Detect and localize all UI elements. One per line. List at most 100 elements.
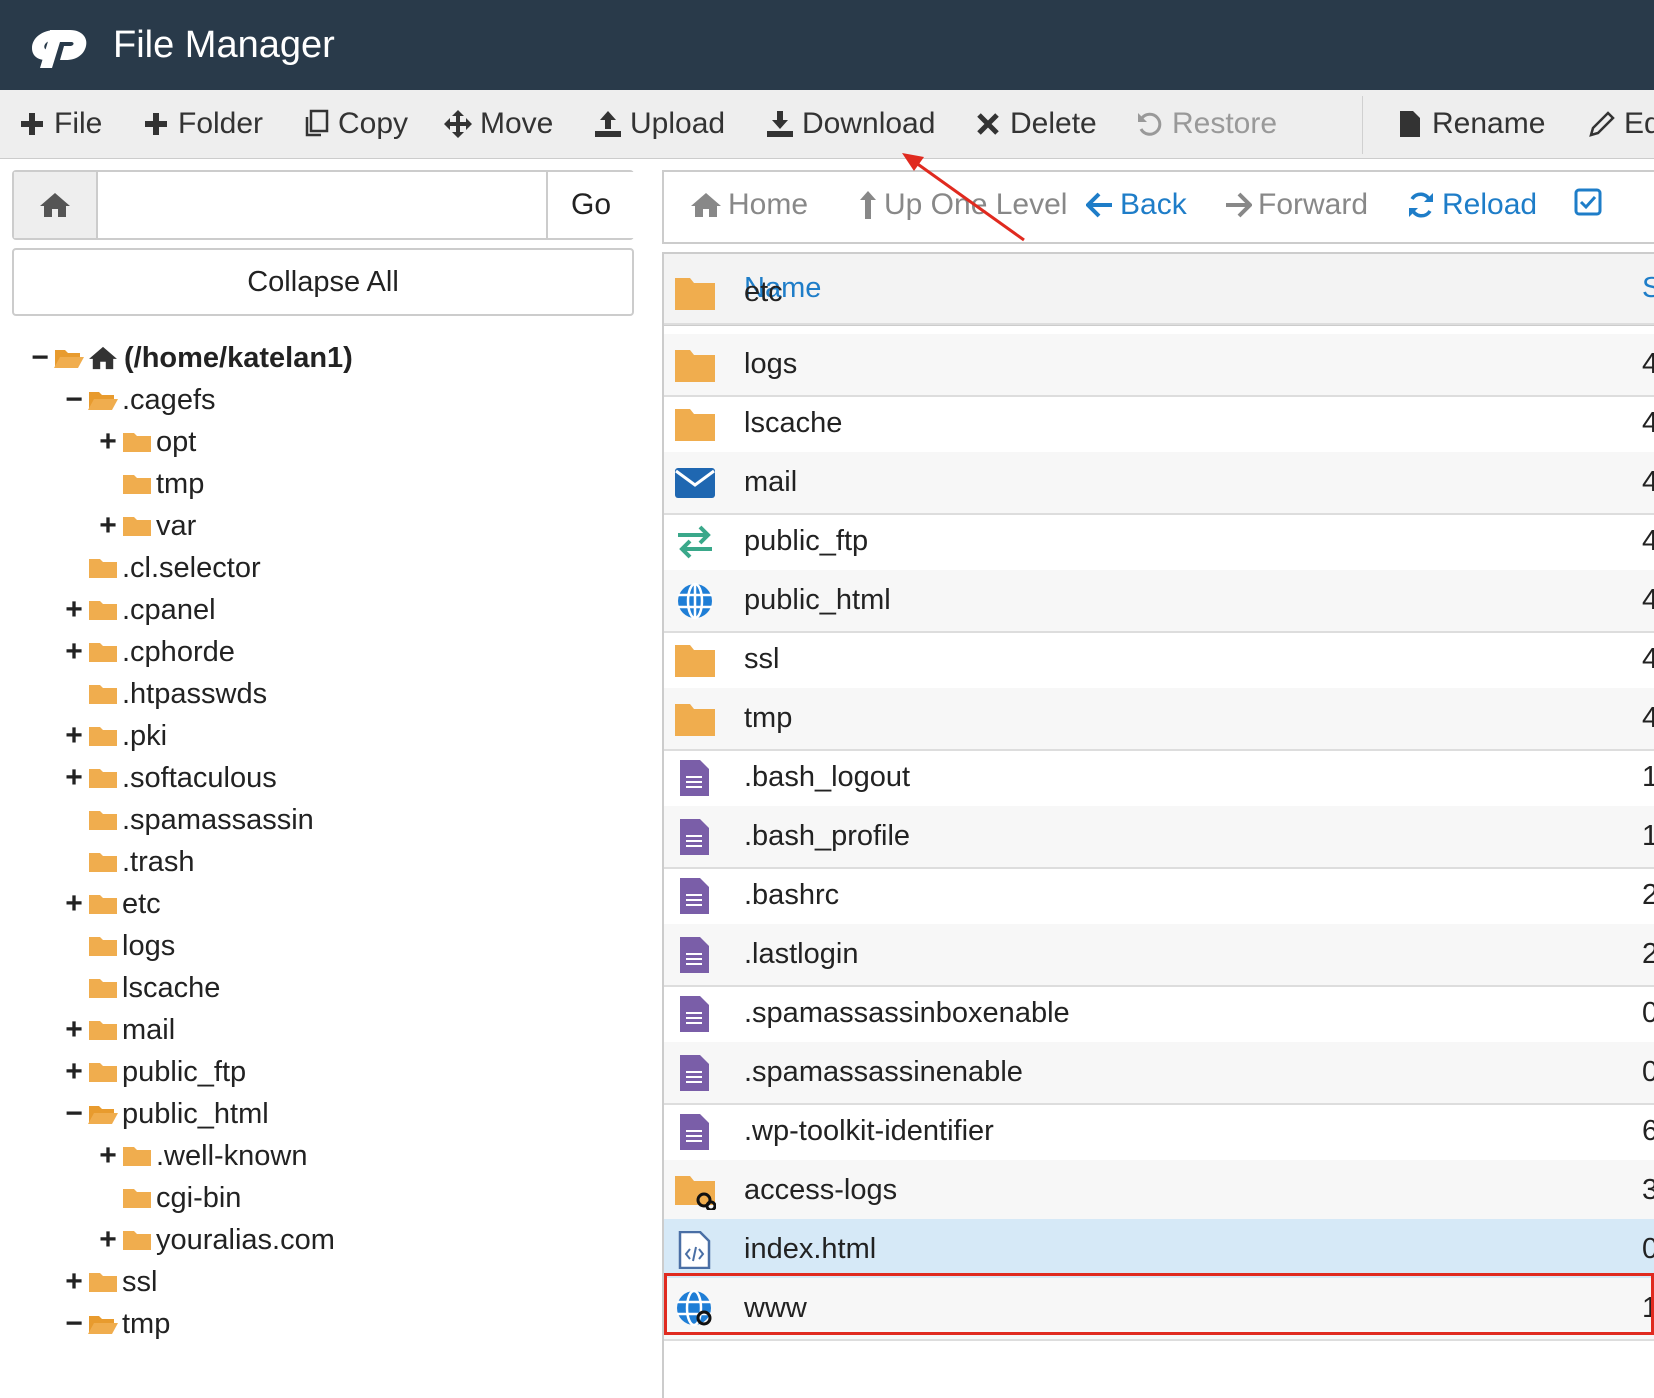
table-row[interactable]: public_ftp 4	[664, 511, 1654, 574]
path-input[interactable]	[100, 176, 544, 234]
collapse-toggle[interactable]: −	[62, 1097, 86, 1131]
forward-button[interactable]: Forward	[1224, 188, 1368, 222]
tree-item[interactable]: − tmp	[62, 1304, 170, 1344]
expand-toggle[interactable]: +	[96, 509, 120, 543]
edit-button[interactable]: Ed	[1586, 104, 1654, 144]
tree-item[interactable]: lscache	[62, 968, 220, 1008]
table-row[interactable]: .lastlogin 2	[664, 924, 1654, 987]
tree-item[interactable]: + mail	[62, 1010, 175, 1050]
tree-item[interactable]: − .cagefs	[62, 380, 215, 420]
path-bar: Go	[12, 170, 634, 240]
tree-item-label: etc	[122, 887, 161, 920]
expand-toggle[interactable]: +	[96, 1139, 120, 1173]
tree-item[interactable]: logs	[62, 926, 175, 966]
expand-toggle[interactable]: +	[96, 1223, 120, 1257]
table-row[interactable]: public_html 4	[664, 570, 1654, 633]
table-row[interactable]: .spamassassinenable 0	[664, 1042, 1654, 1105]
tree-item[interactable]: .trash	[62, 842, 195, 882]
expand-toggle[interactable]: +	[62, 719, 86, 753]
tree-item[interactable]: + opt	[96, 422, 196, 462]
expand-toggle[interactable]: +	[62, 1265, 86, 1299]
expand-toggle[interactable]: +	[62, 1055, 86, 1089]
back-button[interactable]: Back	[1086, 188, 1187, 222]
tree-item-label: .cl.selector	[122, 551, 261, 584]
expand-toggle[interactable]: +	[62, 593, 86, 627]
table-row[interactable]: .bashrc 2	[664, 865, 1654, 928]
table-row[interactable]: ssl 4	[664, 629, 1654, 692]
restore-button[interactable]: Restore	[1134, 104, 1277, 144]
tree-item[interactable]: + .cpanel	[62, 590, 215, 630]
table-row[interactable]: mail 4	[664, 452, 1654, 515]
collapse-toggle[interactable]: −	[28, 341, 52, 375]
toolbar: File Folder Copy Move Upload Download De…	[0, 90, 1654, 159]
tree-item[interactable]: cgi-bin	[96, 1178, 241, 1218]
download-label: Download	[802, 107, 936, 140]
row-size: 4	[1642, 702, 1654, 735]
tree-item[interactable]: tmp	[96, 464, 204, 504]
folder-icon	[674, 346, 716, 384]
tree-item[interactable]: + youralias.com	[96, 1220, 335, 1260]
tree-item[interactable]: + .well-known	[96, 1136, 307, 1176]
plus-icon	[140, 108, 172, 140]
new-file-button[interactable]: File	[16, 104, 102, 144]
download-button[interactable]: Download	[764, 104, 935, 144]
folder-icon	[674, 274, 716, 312]
tree-item[interactable]: + .pki	[62, 716, 167, 756]
row-name: .wp-toolkit-identifier	[744, 1115, 994, 1147]
table-row[interactable]: tmp 4	[664, 688, 1654, 751]
tree-item[interactable]: .cl.selector	[62, 548, 261, 588]
copy-button[interactable]: Copy	[300, 104, 408, 144]
home-path-button[interactable]	[14, 172, 98, 238]
table-row[interactable]: logs 4	[664, 334, 1654, 397]
reload-label: Reload	[1442, 188, 1538, 221]
collapse-all-button[interactable]: Collapse All	[12, 248, 634, 316]
pencil-icon	[1586, 108, 1618, 140]
table-row[interactable]: access-logs 3	[664, 1160, 1654, 1223]
rename-button[interactable]: Rename	[1394, 104, 1545, 144]
tree-item[interactable]: .htpasswds	[62, 674, 267, 714]
table-row[interactable]: index.html 0	[664, 1219, 1654, 1282]
tree-item[interactable]: + .softaculous	[62, 758, 277, 798]
expand-toggle[interactable]: +	[62, 761, 86, 795]
table-row[interactable]: .wp-toolkit-identifier 6	[664, 1101, 1654, 1164]
forward-label: Forward	[1258, 188, 1369, 221]
go-button[interactable]: Go	[546, 172, 634, 238]
row-name: lscache	[744, 407, 843, 439]
tree-item[interactable]: .spamassassin	[62, 800, 314, 840]
file-text-icon	[674, 877, 716, 915]
tree-item[interactable]: + etc	[62, 884, 161, 924]
move-button[interactable]: Move	[442, 104, 553, 144]
tree-item[interactable]: + var	[96, 506, 196, 546]
tree-item[interactable]: + public_ftp	[62, 1052, 246, 1092]
tree-root[interactable]: − (/home/katelan1)	[28, 338, 353, 378]
tree-item-label: .pki	[122, 719, 168, 752]
table-row[interactable]: www 1	[664, 1278, 1654, 1341]
expand-toggle[interactable]: +	[62, 635, 86, 669]
up-one-level-button[interactable]: Up One Level	[858, 188, 1067, 222]
table-row[interactable]: .bash_profile 1	[664, 806, 1654, 869]
row-name: tmp	[744, 702, 793, 734]
home-button[interactable]: Home	[690, 188, 808, 222]
select-all-button[interactable]	[1574, 188, 1602, 216]
expand-toggle[interactable]: +	[96, 425, 120, 459]
collapse-toggle[interactable]: −	[62, 383, 86, 417]
new-folder-button[interactable]: Folder	[140, 104, 263, 144]
back-label: Back	[1120, 188, 1187, 221]
table-row[interactable]: etc	[664, 262, 1654, 325]
tree-item[interactable]: + .cphorde	[62, 632, 235, 672]
expand-toggle[interactable]: +	[62, 887, 86, 921]
table-row[interactable]: .spamassassinboxenable 0	[664, 983, 1654, 1046]
tree-item[interactable]: + ssl	[62, 1262, 157, 1302]
expand-toggle[interactable]: +	[62, 1013, 86, 1047]
delete-button[interactable]: Delete	[972, 104, 1097, 144]
reload-button[interactable]: Reload	[1406, 188, 1537, 222]
row-size: 0	[1642, 1233, 1654, 1266]
table-row[interactable]: .bash_logout 1	[664, 747, 1654, 810]
up-one-level-label: Up One Level	[884, 188, 1068, 221]
upload-button[interactable]: Upload	[592, 104, 725, 144]
home-icon	[40, 193, 70, 217]
edit-label: Ed	[1624, 107, 1654, 140]
table-row[interactable]: lscache 4	[664, 393, 1654, 456]
tree-item[interactable]: − public_html	[62, 1094, 268, 1134]
collapse-toggle[interactable]: −	[62, 1307, 86, 1341]
